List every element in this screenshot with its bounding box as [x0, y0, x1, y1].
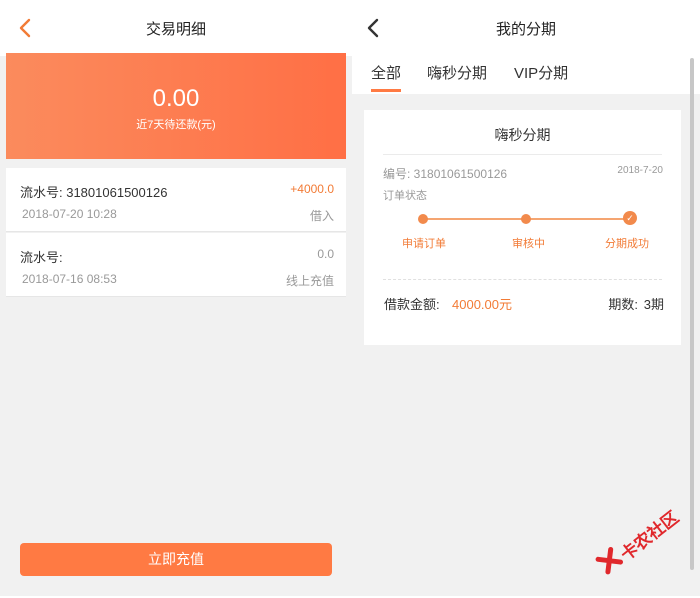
tab-haimiao-installment[interactable]: 嗨秒分期 — [427, 62, 487, 83]
period-value: 3期 — [643, 297, 664, 312]
transaction-amount: +4000.0 — [290, 182, 334, 196]
installment-card[interactable]: 嗨秒分期 编号: 31801061500126 2018-7-20 订单状态 ✓… — [364, 110, 681, 345]
order-number: 编号: 31801061500126 — [383, 167, 508, 181]
right-nav-bar: 我的分期 全部 嗨秒分期 VIP分期 — [352, 0, 700, 94]
left-nav-bar: 交易明细 — [0, 0, 352, 56]
dashed-divider — [383, 279, 662, 280]
loan-amount-value: 4000.00元 — [452, 297, 512, 312]
page-title: 我的分期 — [495, 21, 556, 38]
loan-amount-label: 借款金额: — [384, 297, 440, 312]
step-dot — [418, 214, 428, 224]
tab-vip-installment[interactable]: VIP分期 — [514, 62, 568, 83]
order-status-label: 订单状态 — [383, 190, 427, 202]
step-label: 申请订单 — [402, 238, 446, 250]
transaction-row[interactable]: 流水号: 2018-07-16 08:53 0.0 线上充值 — [6, 233, 346, 297]
transaction-detail-screen: 交易明细 0.00 近7天待还款(元) 流水号: 31801061500126 … — [0, 0, 352, 596]
repayment-amount: 0.00 — [152, 85, 200, 112]
transaction-type: 线上充值 — [285, 274, 334, 288]
divider — [6, 231, 346, 232]
transaction-type: 借入 — [309, 209, 334, 223]
check-icon: ✓ — [623, 211, 637, 225]
step-label: 审核中 — [512, 238, 545, 250]
order-date: 2018-7-20 — [617, 165, 663, 176]
serial-number: 流水号: — [20, 250, 63, 265]
step-label: 分期成功 — [605, 238, 649, 250]
serial-number: 流水号: 31801061500126 — [20, 185, 168, 200]
divider — [6, 296, 346, 297]
transaction-amount: 0.0 — [317, 247, 334, 261]
repayment-label: 近7天待还款(元) — [136, 119, 216, 131]
repayment-summary: 0.00 近7天待还款(元) — [6, 53, 346, 159]
period-label: 期数: — [608, 297, 638, 312]
recharge-button[interactable]: 立即充值 — [20, 543, 332, 576]
transaction-row[interactable]: 流水号: 31801061500126 2018-07-20 10:28 +40… — [6, 168, 346, 232]
step-dot — [521, 214, 531, 224]
transaction-date: 2018-07-20 10:28 — [22, 207, 117, 221]
transaction-date: 2018-07-16 08:53 — [22, 272, 117, 286]
divider — [383, 154, 662, 155]
scrollbar[interactable] — [690, 58, 694, 570]
page-title: 交易明细 — [145, 21, 206, 38]
card-title: 嗨秒分期 — [494, 127, 551, 143]
tab-all[interactable]: 全部 — [371, 62, 402, 92]
